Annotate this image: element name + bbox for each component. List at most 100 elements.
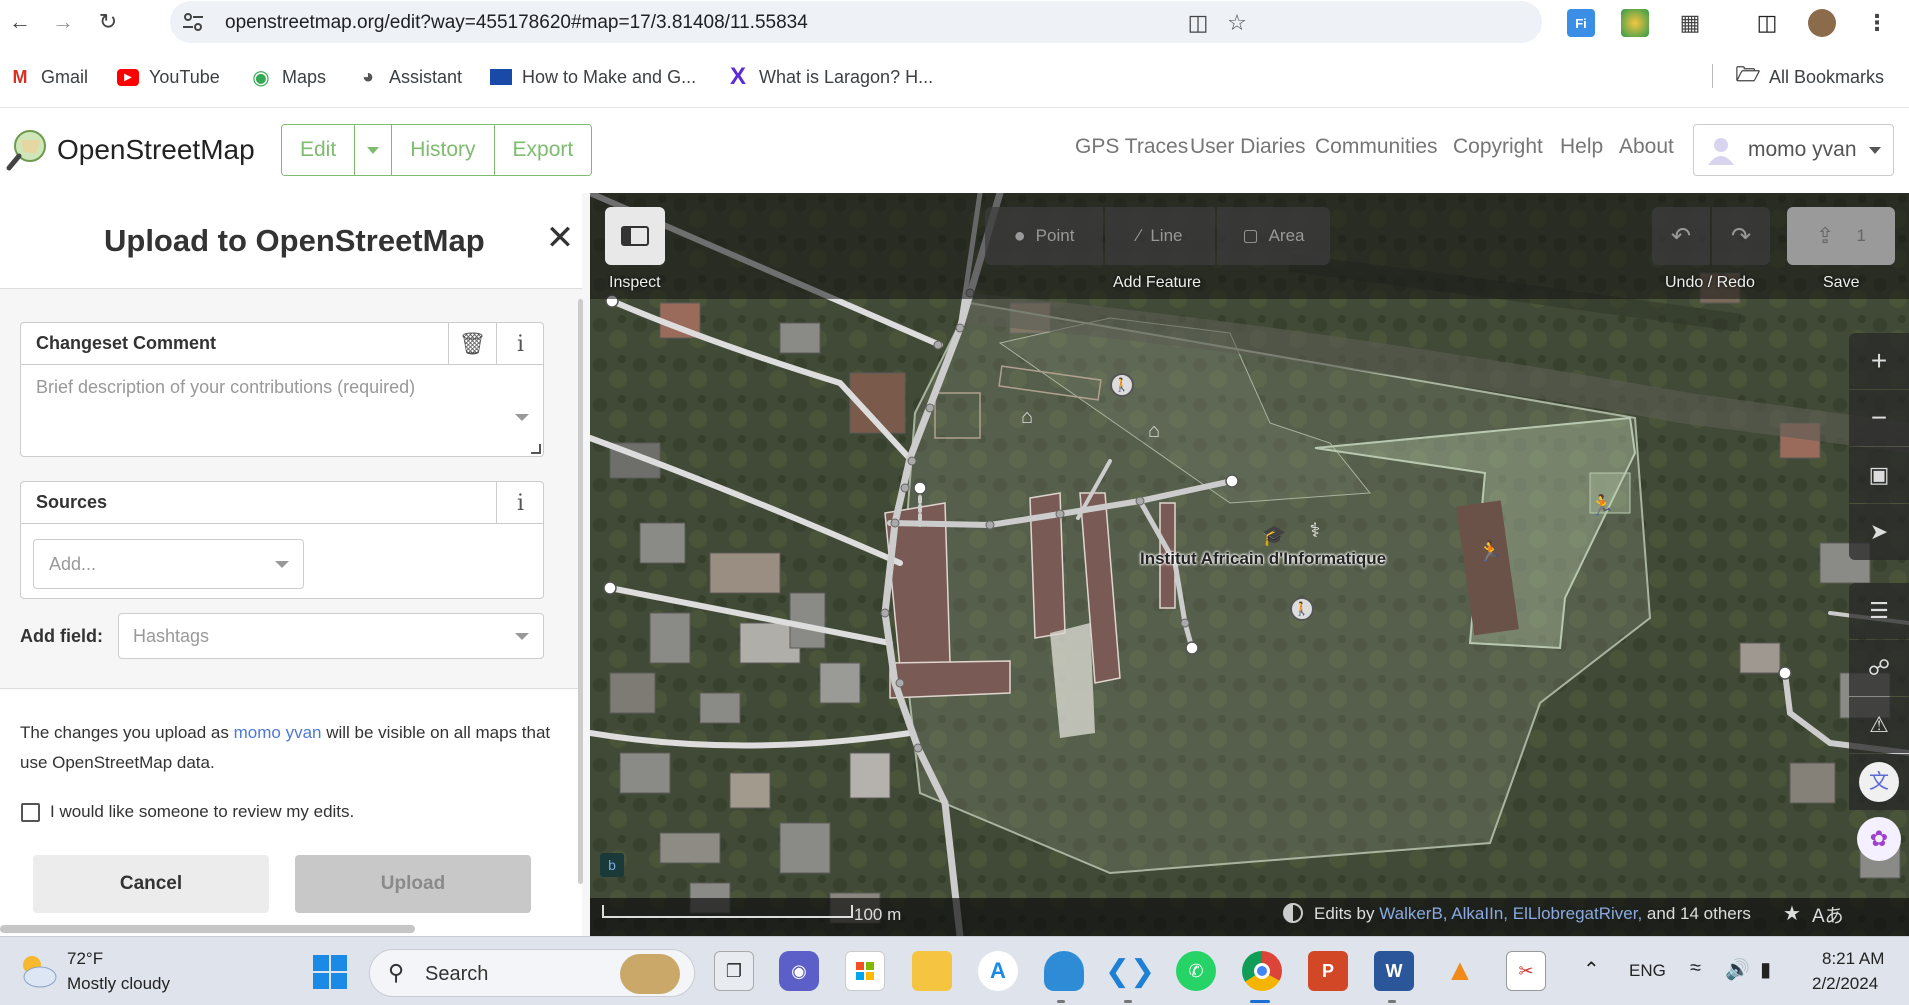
undo-button[interactable]: ↶ (1652, 207, 1710, 265)
bookmark-youtube[interactable]: ▶ YouTube (117, 66, 220, 88)
close-icon[interactable]: ✕ (545, 221, 575, 255)
chrome-icon[interactable] (1242, 951, 1282, 991)
review-label[interactable]: I would like someone to review my edits. (50, 797, 354, 827)
changeset-comment-input[interactable]: Brief description of your contributions … (36, 377, 415, 398)
map-canvas[interactable]: 🚶 ⌂ ⌂ 🎓 ⚕ 🚶 🏃 🏃 Institut Africain d'Info… (590, 193, 1909, 936)
bookmark-how-to-make[interactable]: How to Make and G... (490, 66, 696, 88)
school-poi-icon[interactable]: 🎓 (1262, 523, 1287, 547)
issues-button[interactable]: ⚠ (1849, 697, 1909, 753)
language-indicator[interactable]: ENG (1629, 961, 1666, 981)
export-button[interactable]: Export (494, 125, 592, 175)
start-windows-icon[interactable] (313, 955, 347, 989)
redo-button[interactable]: ↷ (1712, 207, 1770, 265)
pedestrian-poi-icon[interactable]: 🚶 (1110, 373, 1134, 397)
nav-about[interactable]: About (1619, 135, 1674, 159)
edit-dropdown-button[interactable] (355, 125, 393, 175)
elephant-app-icon[interactable] (1044, 951, 1084, 991)
nav-gps-traces[interactable]: GPS Traces (1075, 135, 1188, 159)
wifi-icon[interactable]: ≈ (1690, 957, 1701, 980)
vscode-icon[interactable]: ❮❯ (1105, 951, 1155, 991)
resize-handle-icon[interactable] (531, 444, 541, 454)
nav-copyright[interactable]: Copyright (1453, 135, 1543, 159)
file-explorer-icon[interactable] (912, 951, 952, 991)
weather-cloudy-icon[interactable] (16, 953, 58, 989)
add-field-combo[interactable]: Hashtags (118, 613, 544, 659)
geolocate-button[interactable]: ➤ (1849, 504, 1909, 560)
microsoft-store-icon[interactable] (845, 951, 885, 991)
taskbar-search[interactable]: ⚲ Search (369, 949, 695, 997)
info-user-link[interactable]: momo yvan (234, 723, 322, 742)
snipping-tool-icon[interactable]: ✂ (1506, 951, 1546, 991)
background-layers-button[interactable]: ☰ (1849, 583, 1909, 639)
battery-icon[interactable]: ▮ (1760, 957, 1771, 982)
history-button[interactable]: History (392, 125, 495, 175)
scale-bar[interactable] (602, 905, 854, 919)
forward-icon[interactable]: → (47, 6, 79, 38)
bookmark-gmail[interactable]: M Gmail (9, 66, 89, 88)
pedestrian-poi-icon[interactable]: 🚶 (1290, 597, 1314, 621)
osm-brand[interactable]: OpenStreetMap (57, 134, 255, 166)
nav-communities[interactable]: Communities (1315, 135, 1438, 159)
house-poi-icon[interactable]: ⌂ (1142, 419, 1166, 443)
edits-count[interactable]: 14 (1680, 904, 1699, 923)
running-poi-icon[interactable]: 🏃 (1478, 539, 1503, 563)
bookmark-assistant[interactable]: ◕ Assistant (357, 66, 462, 88)
site-info-icon[interactable] (182, 12, 204, 32)
vlc-icon[interactable]: ▲ (1440, 951, 1480, 991)
doctor-poi-icon[interactable]: ⚕ (1303, 518, 1327, 542)
zoom-in-button[interactable]: + (1849, 333, 1909, 389)
cancel-button[interactable]: Cancel (33, 855, 269, 913)
all-bookmarks[interactable]: 🗁 All Bookmarks (1736, 64, 1884, 88)
install-app-icon[interactable]: ◫ (1185, 10, 1211, 36)
inspect-toggle-button[interactable] (605, 207, 665, 265)
side-panel-icon[interactable]: ◫ (1753, 9, 1781, 37)
user-menu[interactable]: momo yvan (1693, 124, 1894, 176)
teams-icon[interactable]: ◉ (779, 951, 819, 991)
nav-help[interactable]: Help (1560, 135, 1603, 159)
edit-button[interactable]: Edit (282, 125, 356, 175)
clock-date[interactable]: 2/2/2024 (1812, 974, 1878, 994)
map-data-button[interactable]: ☍ (1849, 640, 1909, 696)
save-button[interactable]: ⇪ 1 (1787, 207, 1895, 265)
house-poi-icon[interactable]: ⌂ (1015, 405, 1039, 429)
extensions-puzzle-icon[interactable]: ▦ (1676, 9, 1704, 37)
reload-icon[interactable]: ↻ (92, 6, 124, 38)
add-line-button[interactable]: ∕ Line (1105, 207, 1215, 265)
address-bar[interactable]: openstreetmap.org/edit?way=455178620#map… (170, 1, 1542, 43)
back-icon[interactable]: ← (4, 6, 36, 38)
zoom-to-selection-button[interactable]: ▣ (1849, 447, 1909, 503)
history-panel-icon[interactable] (1283, 903, 1303, 923)
zoom-out-button[interactable]: − (1849, 390, 1909, 446)
word-icon[interactable]: W (1374, 951, 1414, 991)
bookmark-maps[interactable]: ◉ Maps (250, 66, 326, 89)
info-icon[interactable]: i (496, 482, 544, 524)
sidebar-hscrollbar[interactable] (0, 925, 415, 933)
bookmark-star-icon[interactable]: ☆ (1224, 10, 1250, 36)
bug-report-icon[interactable]: ★ (1783, 901, 1801, 926)
osm-logo-icon[interactable] (6, 128, 50, 172)
upload-button[interactable]: Upload (295, 855, 531, 913)
sources-combo[interactable]: Add... (33, 539, 304, 589)
add-point-button[interactable]: ● Point (985, 207, 1103, 265)
app-a-icon[interactable]: A (978, 951, 1018, 991)
trash-icon[interactable]: 🗑 (448, 323, 496, 365)
task-view-icon[interactable]: ❐ (714, 951, 754, 991)
volume-icon[interactable]: 🔊 (1725, 957, 1750, 982)
preferences-button[interactable]: 文 (1849, 754, 1909, 810)
powerpoint-icon[interactable]: P (1308, 951, 1348, 991)
chrome-menu-icon[interactable]: ⋮ (1863, 9, 1891, 37)
extension-fi-icon[interactable]: Fi (1567, 9, 1595, 37)
clock-time[interactable]: 8:21 AM (1822, 949, 1884, 969)
running-poi-icon[interactable]: 🏃 (1590, 493, 1615, 517)
review-checkbox[interactable] (21, 803, 40, 822)
assistant-bubble[interactable]: ✿ (1849, 811, 1909, 867)
tray-chevron-up-icon[interactable]: ⌃ (1583, 957, 1600, 982)
whatsapp-icon[interactable]: ✆ (1176, 951, 1216, 991)
add-area-button[interactable]: ▢ Area (1217, 207, 1330, 265)
bookmark-laragon[interactable]: X What is Laragon? H... (727, 63, 933, 90)
sidebar-scrollbar[interactable] (578, 299, 583, 884)
bing-logo-icon[interactable]: b (600, 853, 624, 877)
nav-user-diaries[interactable]: User Diaries (1190, 135, 1306, 159)
chevron-down-icon[interactable] (515, 414, 529, 421)
edit-users-link[interactable]: WalkerB, AlkaIIn, ElLlobregatRiver, (1379, 904, 1642, 923)
